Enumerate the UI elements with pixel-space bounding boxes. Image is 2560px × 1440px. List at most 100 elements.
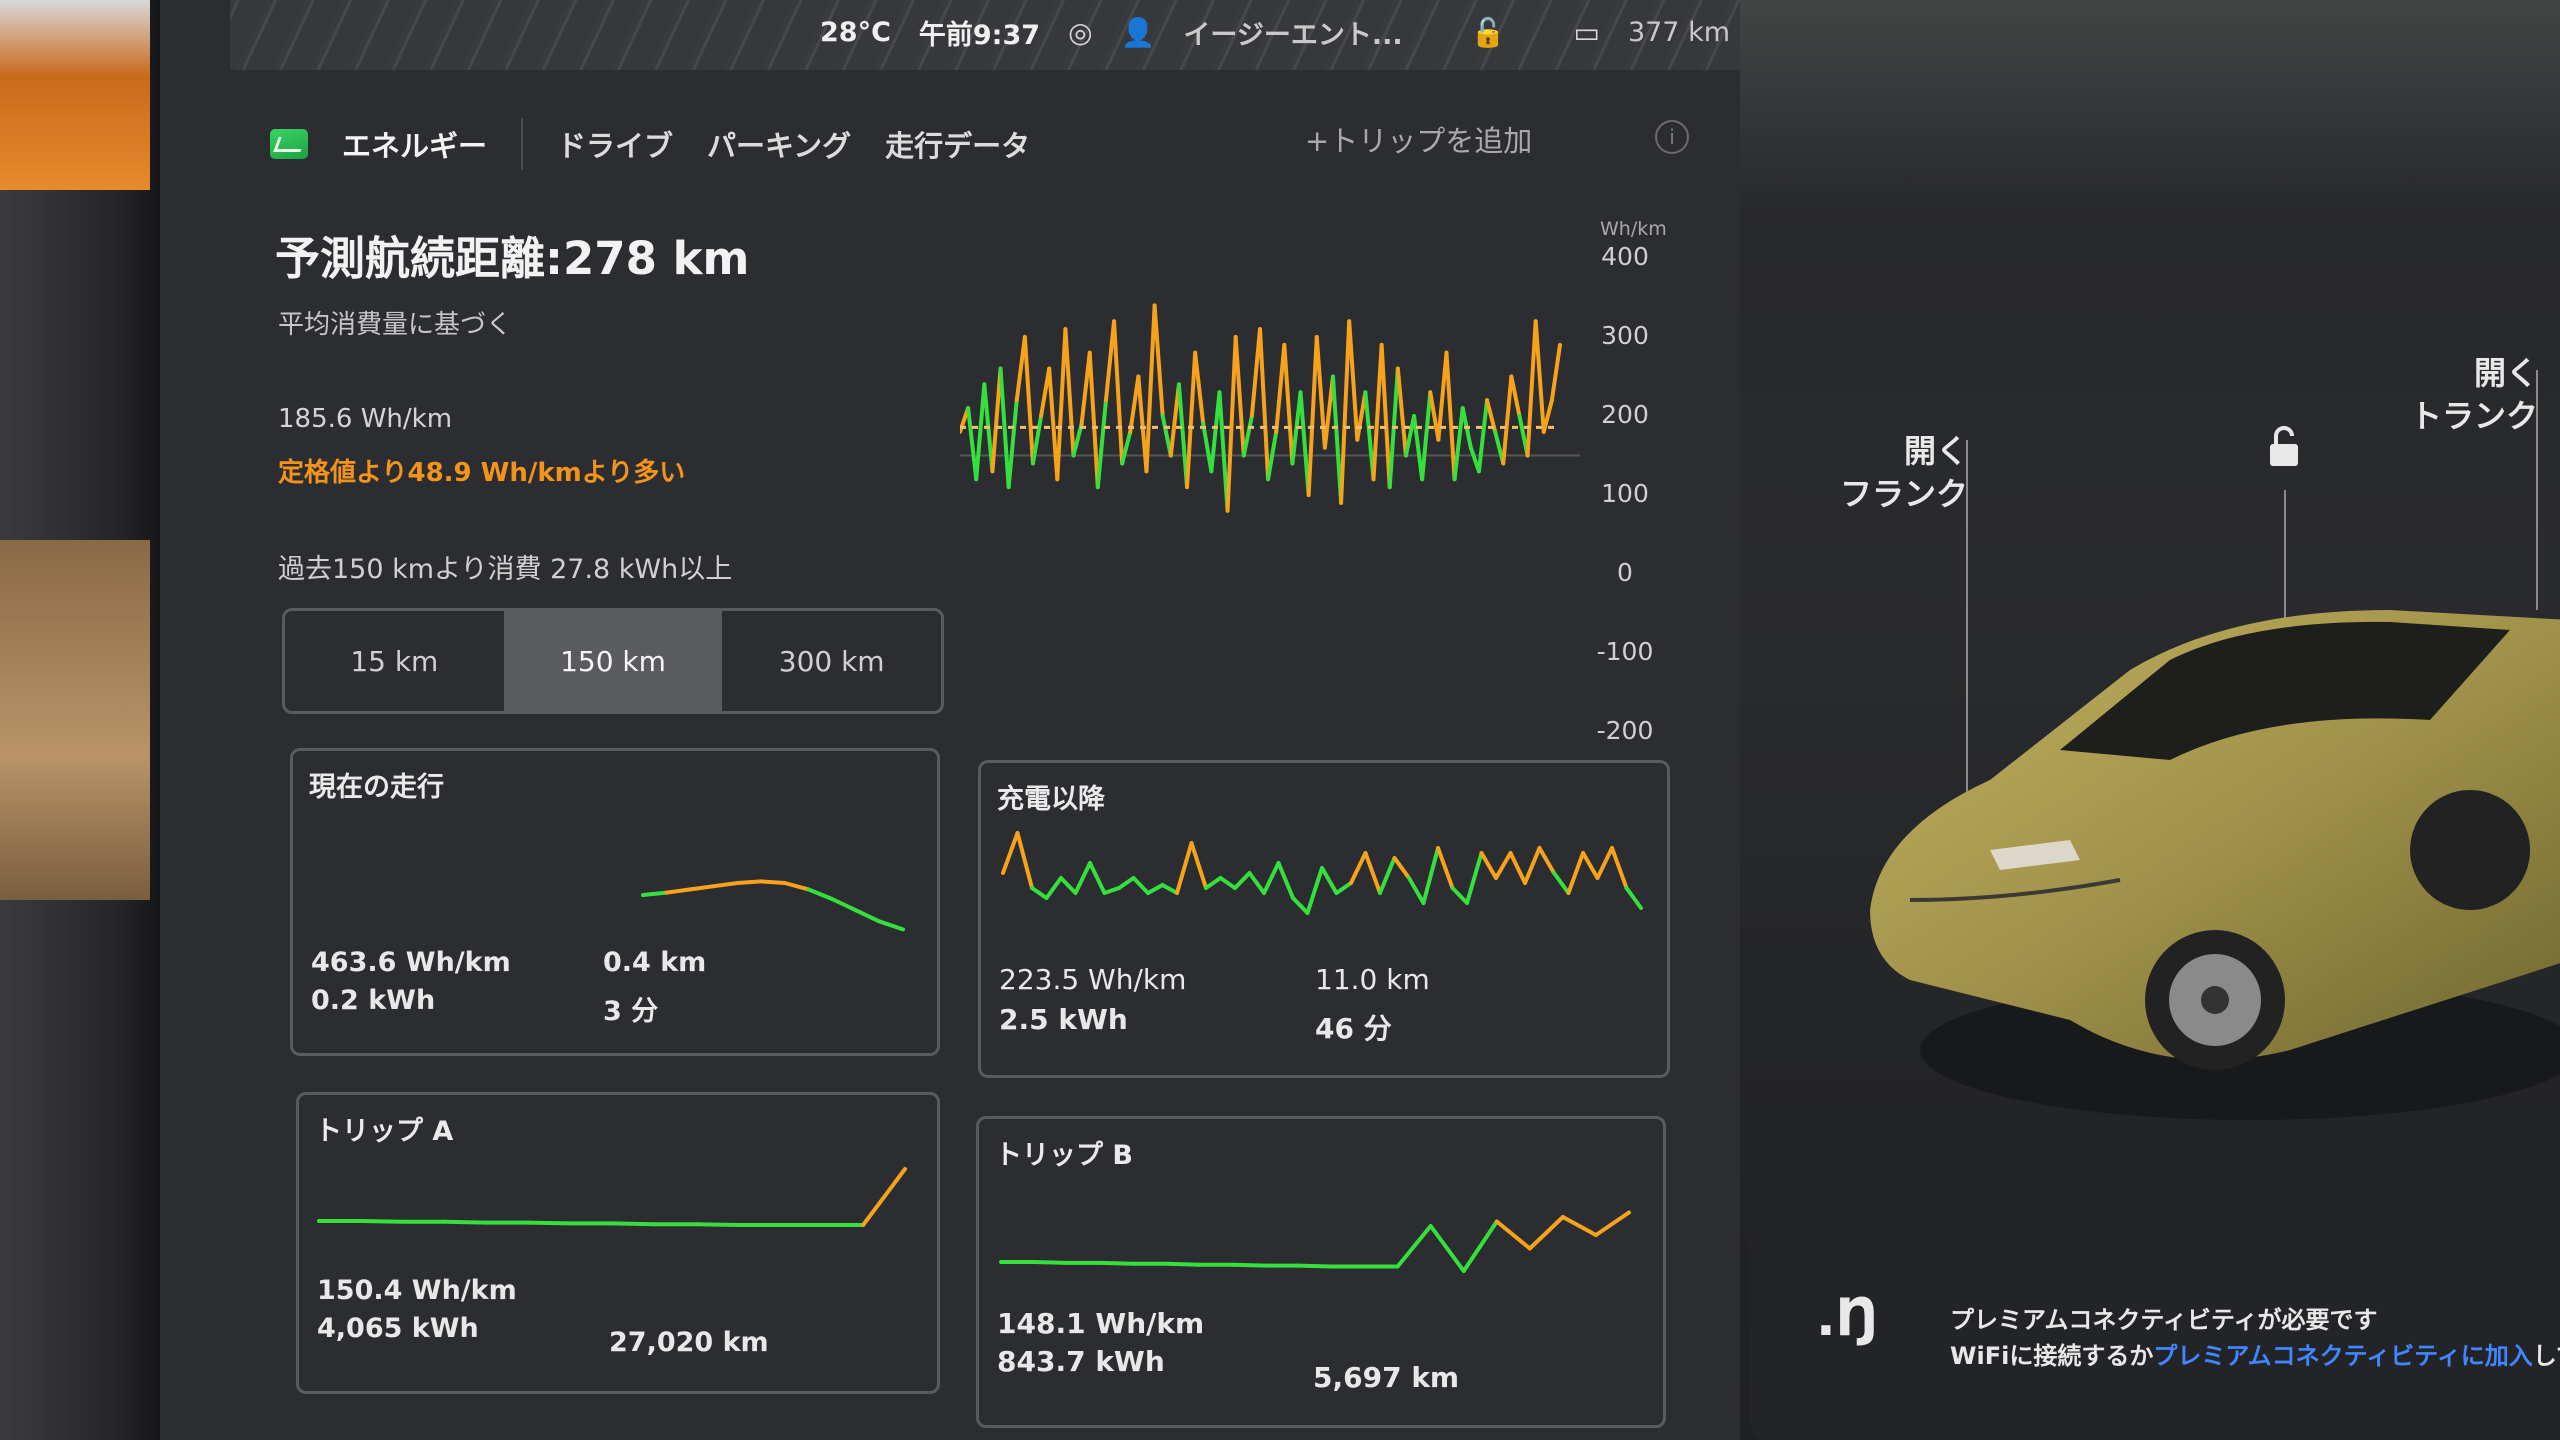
open-frunk-button[interactable]: 開くフランク [1840, 430, 1968, 516]
since-charge-line [1073, 861, 1092, 895]
energy-icon [270, 129, 308, 159]
dashboard-wood-trim [0, 540, 150, 900]
user-name[interactable]: イージーエント... [1183, 13, 1402, 52]
add-trip-button[interactable]: +トリップを追加 [1305, 118, 1532, 160]
since-charge-line [1450, 886, 1469, 905]
since-charge-line [1044, 876, 1063, 900]
consumption-segment [1533, 319, 1546, 434]
tab-energy[interactable]: エネルギー [342, 123, 487, 165]
consumption-segment [1176, 382, 1190, 490]
card-since-charge[interactable]: 充電以降 223.5 Wh/km 2.5 kWh 11.0 km 46 分 [978, 760, 1670, 1078]
consumption-segment [1501, 374, 1514, 466]
range-option-15[interactable]: 15 km [285, 611, 504, 711]
consumption-segment [1395, 366, 1408, 458]
vehicle-model-image[interactable] [1870, 580, 2560, 1140]
current-drive-line [830, 897, 858, 913]
consumption-segment [1420, 390, 1433, 482]
y-tick-label: -100 [1596, 637, 1654, 666]
since-charge-line [1117, 876, 1136, 890]
y-tick-label: 400 [1601, 242, 1649, 271]
charge-energy: 2.5 kWh [999, 1003, 1128, 1036]
consumption-segment [1168, 382, 1181, 458]
since-charge-line [1595, 846, 1614, 880]
since-charge-line [1465, 851, 1484, 905]
tab-drive[interactable]: ドライブ [557, 123, 673, 165]
trip-a-line [442, 1219, 489, 1225]
card-title: 充電以降 [997, 784, 1105, 815]
status-range: 377 km [1627, 16, 1731, 48]
unlock-icon[interactable] [2264, 424, 2304, 470]
trip-a-line [610, 1221, 656, 1227]
trip-a-rate: 150.4 Wh/km [317, 1275, 517, 1306]
consumption-segment [1144, 303, 1157, 474]
temperature: 28°C [820, 16, 891, 48]
trip-b-line [1230, 1262, 1268, 1268]
card-trip-b[interactable]: トリップ B 148.1 Wh/km 843.7 kWh 5,697 km [976, 1116, 1666, 1428]
since-charge-line [1378, 856, 1397, 895]
charge-distance: 11.0 km [1315, 963, 1430, 996]
since-charge-line [1508, 851, 1527, 885]
since-charge-line [1552, 871, 1571, 895]
y-axis-unit: Wh/km [1600, 218, 1667, 240]
since-charge-line [1015, 831, 1034, 890]
consumption-segment [1339, 319, 1352, 505]
consumption-chart [960, 303, 1580, 513]
consumption-segment [1120, 429, 1133, 466]
screen-glare [1740, 0, 2560, 220]
card-current-drive[interactable]: 現在の走行 463.6 Wh/km 0.2 kWh 0.4 km 3 分 [290, 748, 940, 1056]
trip-b-rate: 148.1 Wh/km [997, 1307, 1205, 1340]
trip-a-line [861, 1167, 907, 1227]
no-signal-icon: .Ŋ [1816, 1288, 1880, 1348]
since-charge-line [1189, 841, 1208, 890]
notice-text: WiFiに接続するか [1950, 1342, 2154, 1370]
since-charge-line [1610, 846, 1629, 890]
frunk-label-line-0: 開く [1904, 432, 1969, 470]
vehicle-interior [0, 0, 160, 1440]
current-drive-line [641, 890, 669, 897]
consumption-segment [966, 406, 979, 482]
current-rate: 463.6 Wh/km [311, 947, 511, 978]
user-icon[interactable]: 👤 [1121, 16, 1156, 49]
since-charge-line [1218, 876, 1237, 890]
consumption-segment [1379, 342, 1392, 490]
notice-title: プレミアムコネクティビティが必要です [1950, 1306, 2378, 1334]
range-option-300[interactable]: 300 km [722, 611, 941, 711]
since-charge-line [1001, 831, 1020, 875]
since-charge-line [1334, 881, 1353, 895]
consumption-segment [1314, 335, 1327, 450]
connectivity-notice[interactable]: .Ŋ プレミアムコネクティビティが必要です WiFiに接続するかプレミアムコネク… [1750, 1206, 2560, 1440]
current-time: 3 分 [603, 996, 659, 1027]
info-icon[interactable]: i [1655, 120, 1689, 154]
premium-connectivity-link[interactable]: プレミアムコネクティビティに加入 [2153, 1342, 2532, 1370]
since-charge-line [1392, 856, 1411, 880]
current-drive-line [688, 884, 716, 892]
consumption-segment [1452, 406, 1465, 482]
since-charge-line [1233, 871, 1252, 890]
window-reflection [0, 0, 150, 190]
consumption-segment [974, 382, 987, 482]
tab-trip-data[interactable]: 走行データ [885, 123, 1030, 165]
tab-parking[interactable]: パーキング [707, 123, 851, 165]
since-charge-line [1131, 876, 1150, 895]
consumption-segment [1152, 303, 1165, 418]
since-charge-line [1291, 896, 1310, 915]
card-title: トリップ A [315, 1116, 454, 1147]
status-bar: 28°C 午前9:37 ◎ 👤 イージーエント... 🔓 ▭ 377 km [820, 10, 1730, 54]
since-charge-line [1581, 851, 1600, 880]
range-option-150[interactable]: 150 km [503, 611, 723, 711]
consumption-segment [1444, 350, 1457, 482]
since-charge-line [1479, 851, 1498, 880]
card-trip-a[interactable]: トリップ A 150.4 Wh/km 4,065 kWh 27,020 km [296, 1092, 940, 1394]
consumption-segment [1549, 342, 1562, 403]
since-charge-line [1247, 871, 1266, 895]
frunk-label-line-1: フランク [1840, 475, 1969, 514]
tab-divider [521, 118, 524, 170]
lock-status-icon[interactable]: 🔓 [1471, 16, 1506, 49]
trip-b-line [1494, 1219, 1532, 1251]
since-charge-line [1088, 861, 1107, 895]
open-trunk-button[interactable]: 開く トランク [2410, 352, 2538, 438]
since-charge-line [1624, 886, 1643, 910]
y-tick-label: 100 [1601, 479, 1649, 508]
predicted-range: 予測航続距離:278 km [275, 232, 750, 285]
sentry-icon[interactable]: ◎ [1068, 16, 1092, 49]
